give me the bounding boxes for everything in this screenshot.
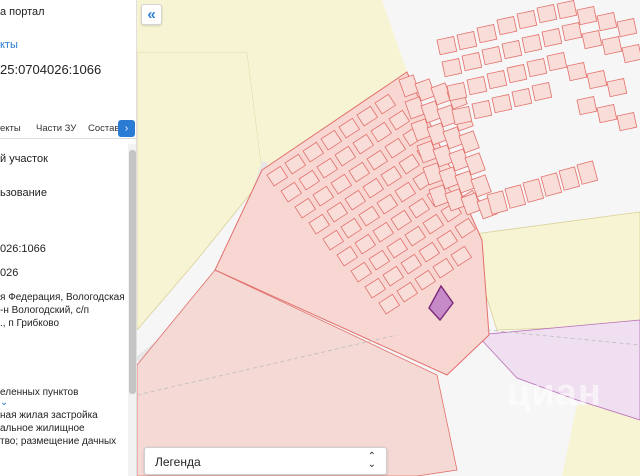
tab-parts[interactable]: Части ЗУ [36, 123, 76, 134]
land-parcel[interactable] [476, 23, 498, 44]
watermark-logo: циан [507, 372, 602, 414]
expand-icon[interactable]: ⌄ [0, 396, 8, 409]
land-parcel[interactable] [531, 81, 553, 102]
legend-label: Легенда [155, 455, 201, 469]
cadastral-number: 25:0704026:1066 [0, 62, 102, 77]
land-parcel[interactable] [496, 15, 518, 36]
land-parcel[interactable] [596, 11, 618, 32]
info-line: й участок [0, 153, 48, 165]
chevron-up-down-icon: ⌃ ⌄ [367, 451, 376, 470]
land-parcel[interactable] [541, 27, 563, 48]
land-parcel[interactable] [436, 35, 458, 56]
objects-link[interactable]: кты [0, 39, 18, 52]
land-parcel[interactable] [596, 103, 618, 124]
land-parcel[interactable] [526, 57, 548, 78]
land-parcel[interactable] [501, 39, 523, 60]
land-parcel[interactable] [511, 87, 533, 108]
land-parcel[interactable] [446, 81, 468, 102]
info-line: ная жилая застройка [0, 410, 98, 421]
info-line: -н Вологодский, с/п [0, 305, 90, 316]
info-panel: а портал кты 25:0704026:1066 екты Части … [0, 0, 137, 476]
tab-composition[interactable]: Состав [88, 123, 119, 134]
tabs-next-button[interactable]: › [118, 120, 135, 137]
land-parcel[interactable] [461, 51, 483, 72]
land-parcel[interactable] [586, 69, 608, 90]
land-parcel[interactable] [616, 111, 638, 132]
info-line: тво; размещение дачных [0, 436, 117, 447]
land-parcel[interactable] [456, 30, 478, 51]
land-parcel[interactable] [516, 9, 538, 30]
land-parcel[interactable] [536, 3, 558, 24]
info-line: 026 [0, 267, 19, 279]
land-parcel[interactable] [616, 17, 638, 38]
land-parcel[interactable] [566, 61, 588, 82]
land-parcel[interactable] [491, 93, 513, 114]
info-line: я Федерация, Вологодская [0, 292, 125, 303]
info-line: ьзование [0, 187, 47, 199]
land-parcel[interactable] [451, 105, 473, 126]
land-parcel[interactable] [486, 69, 508, 90]
land-parcel[interactable] [581, 29, 603, 50]
tab-objects[interactable]: екты [0, 123, 21, 134]
land-parcel[interactable] [471, 99, 493, 120]
land-parcel[interactable] [556, 0, 578, 20]
land-parcel[interactable] [546, 51, 568, 72]
land-parcel[interactable] [521, 33, 543, 54]
land-parcel[interactable] [441, 57, 463, 78]
land-parcel[interactable] [576, 5, 598, 26]
cadastral-map[interactable]: циан [137, 0, 640, 476]
land-parcel[interactable] [561, 21, 583, 42]
info-line: 026:1066 [0, 243, 46, 255]
info-line: альное жилищное [0, 423, 85, 434]
land-parcel[interactable] [601, 35, 623, 56]
land-parcel[interactable] [506, 63, 528, 84]
land-parcel[interactable] [576, 95, 598, 116]
land-parcel[interactable] [466, 75, 488, 96]
info-line: ., п Грибково [0, 318, 60, 329]
land-parcel[interactable] [621, 43, 640, 64]
tabs-bar: екты Части ЗУ Состав [0, 117, 136, 139]
scrollbar-thumb[interactable] [129, 150, 136, 394]
collapse-panel-button[interactable]: « [141, 4, 162, 25]
portal-title: а портал [0, 6, 45, 18]
land-parcel[interactable] [606, 77, 628, 98]
legend-dropdown[interactable]: Легенда ⌃ ⌄ [144, 447, 387, 475]
info-line: еленных пунктов [0, 387, 79, 398]
land-parcel[interactable] [481, 45, 503, 66]
